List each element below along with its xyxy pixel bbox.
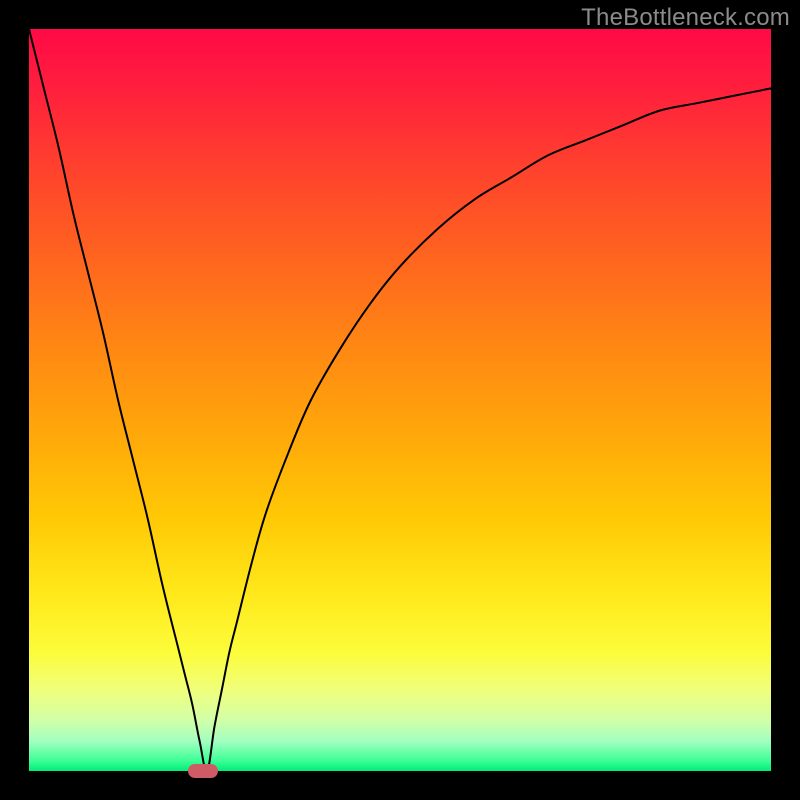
chart-frame: TheBottleneck.com: [0, 0, 800, 800]
bottleneck-curve: [29, 29, 771, 771]
watermark-text: TheBottleneck.com: [581, 4, 790, 32]
curve-path: [29, 29, 771, 771]
plot-area: [29, 29, 771, 771]
optimal-marker: [188, 764, 218, 778]
